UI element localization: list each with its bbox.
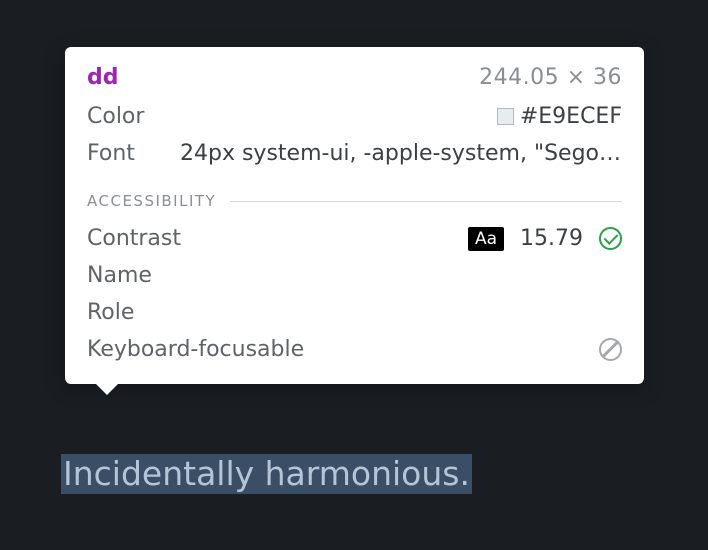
not-available-icon [599,338,622,361]
element-dimensions: 244.05 × 36 [479,65,622,90]
contrast-sample-badge: Aa [468,227,504,251]
element-inspector-tooltip: dd 244.05 × 36 Color #E9ECEF Font 24px s… [65,47,644,384]
role-label: Role [87,300,162,325]
name-label: Name [87,263,162,288]
color-row: Color #E9ECEF [87,98,622,135]
role-row: Role [87,294,622,331]
name-row: Name [87,257,622,294]
keyboard-focusable-row: Keyboard-focusable [87,331,622,368]
color-swatch [497,108,514,125]
font-value: 24px system-ui, -apple-system, "Segoe… [180,141,622,166]
contrast-row: Contrast Aa 15.79 [87,220,622,257]
contrast-label: Contrast [87,226,181,251]
font-label: Font [87,141,162,166]
color-value: #E9ECEF [520,104,622,129]
accessibility-section-title: ACCESSIBILITY [87,192,216,210]
font-row: Font 24px system-ui, -apple-system, "Seg… [87,135,622,184]
tooltip-header-row: dd 244.05 × 36 [87,61,622,98]
contrast-value: 15.79 [520,226,583,251]
accessibility-section-header: ACCESSIBILITY [87,184,622,220]
section-divider [230,201,622,202]
color-label: Color [87,104,162,129]
inspected-text-selection: Incidentally harmonious. [61,454,472,494]
keyboard-focusable-label: Keyboard-focusable [87,337,304,362]
check-circle-icon [599,227,622,250]
element-tag-name: dd [87,65,119,90]
